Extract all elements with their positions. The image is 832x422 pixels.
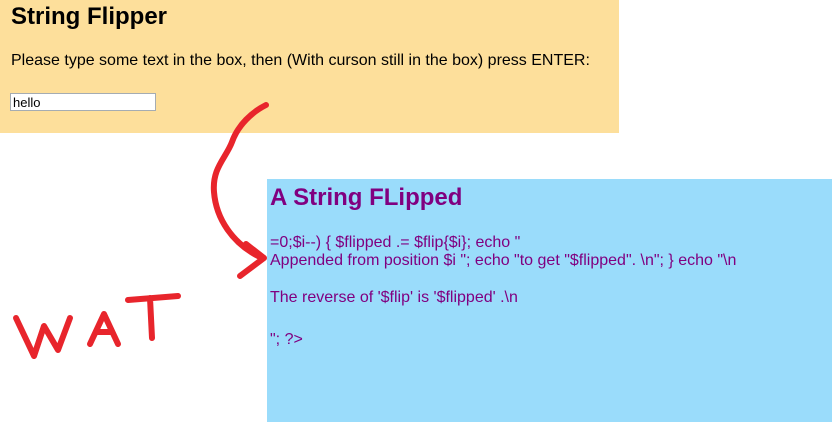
result-line-4: "; ?> bbox=[270, 331, 303, 348]
arrowhead-icon bbox=[237, 241, 267, 279]
text-input[interactable] bbox=[10, 93, 156, 111]
wat-letter-t bbox=[125, 293, 181, 341]
result-line-2: Appended from position $i "; echo "to ge… bbox=[270, 252, 737, 269]
result-panel: A String FLipped =0;$i--) { $flipped .= … bbox=[267, 179, 832, 422]
result-line-3: The reverse of '$flip' is '$flipped' .\n bbox=[270, 289, 518, 306]
result-title: A String FLipped bbox=[270, 184, 463, 211]
result-line-1: =0;$i--) { $flipped .= $flip{$i}; echo " bbox=[270, 234, 521, 251]
wat-letter-w bbox=[13, 315, 73, 359]
input-panel: String Flipper Please type some text in … bbox=[0, 0, 619, 133]
page-title: String Flipper bbox=[11, 3, 167, 30]
instructions-text: Please type some text in the box, then (… bbox=[11, 52, 590, 69]
wat-letter-a bbox=[87, 311, 121, 347]
